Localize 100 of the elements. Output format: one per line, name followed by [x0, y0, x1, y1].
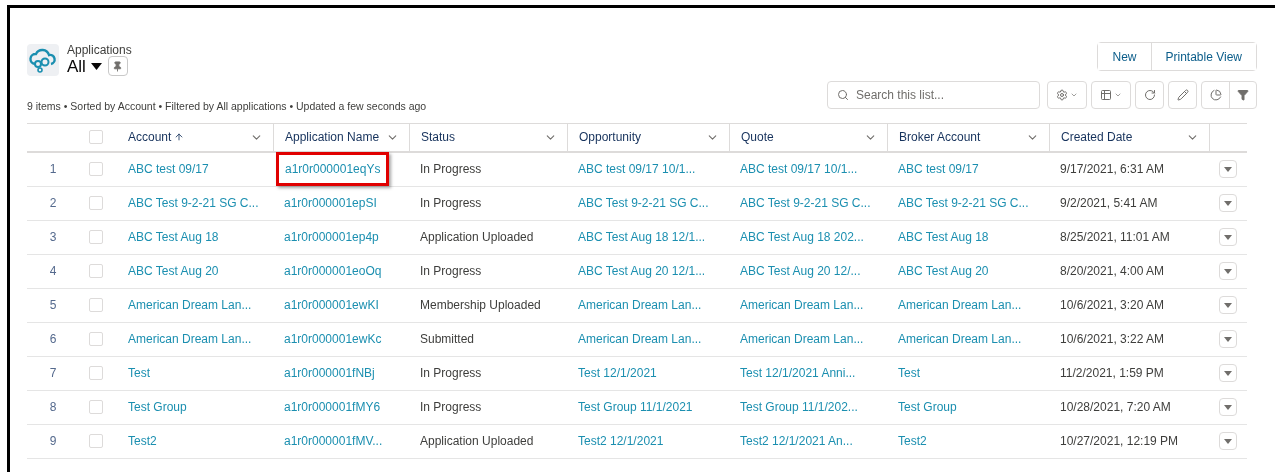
list-summary: 9 items • Sorted by Account • Filtered by All applications • Updated a few seconds ago: [27, 99, 428, 114]
record-link[interactable]: ABC Test 9-2-21 SG C...: [740, 196, 871, 211]
header-button[interactable]: Printable View: [1150, 43, 1256, 70]
pin-button[interactable]: [107, 56, 128, 76]
record-link[interactable]: ABC Test Aug 18: [898, 230, 989, 245]
record-link[interactable]: Test Group: [128, 400, 187, 415]
row-checkbox[interactable]: [89, 196, 103, 211]
record-link[interactable]: Test2 12/1/2021: [578, 434, 664, 449]
record-link[interactable]: ABC Test Aug 20 12/...: [740, 264, 861, 279]
column-label: Quote: [741, 129, 774, 147]
record-link[interactable]: a1r0r000001fMV...: [284, 434, 383, 449]
refresh-button[interactable]: [1135, 81, 1164, 109]
record-link[interactable]: American Dream Lan...: [898, 298, 1022, 313]
record-link[interactable]: Test2: [898, 434, 927, 449]
search-icon: [837, 89, 849, 101]
record-link[interactable]: Test Group 11/1/202...: [740, 400, 858, 415]
row-checkbox[interactable]: [89, 298, 103, 313]
table-cell: 10/6/2021, 3:20 AM: [1060, 298, 1165, 313]
record-link[interactable]: a1r0r000001eqYs: [285, 162, 381, 177]
record-link[interactable]: ABC Test Aug 20 12/1...: [578, 264, 706, 279]
select-all-checkbox[interactable]: [89, 130, 103, 145]
caret-icon: [1224, 200, 1232, 206]
column-header[interactable]: Broker Account: [887, 123, 1049, 151]
record-link[interactable]: ABC test 09/17 10/1...: [578, 162, 696, 177]
caret-icon: [90, 62, 102, 70]
record-link[interactable]: American Dream Lan...: [898, 332, 1022, 347]
row-actions-button[interactable]: [1219, 432, 1237, 451]
column-header[interactable]: Opportunity: [567, 123, 729, 151]
record-link[interactable]: a1r0r000001ewKc: [284, 332, 382, 347]
row-actions-button[interactable]: [1219, 262, 1237, 281]
filter-icon: [1237, 89, 1249, 101]
pie-chart-icon: [1209, 89, 1222, 101]
record-link[interactable]: ABC Test Aug 18: [128, 230, 219, 245]
record-link[interactable]: Test: [898, 366, 920, 381]
table-cell: In Progress: [420, 162, 482, 177]
search-field[interactable]: Search this list...: [827, 81, 1040, 109]
row-checkbox[interactable]: [89, 434, 103, 449]
row-number: 4: [49, 263, 57, 281]
settings-button[interactable]: [1047, 81, 1087, 109]
record-link[interactable]: American Dream Lan...: [578, 332, 702, 347]
record-link[interactable]: ABC Test Aug 18 12/1...: [578, 230, 706, 245]
record-link[interactable]: Test2: [128, 434, 157, 449]
record-link[interactable]: ABC test 09/17: [128, 162, 209, 177]
record-link[interactable]: Test 12/1/2021: [578, 366, 657, 381]
record-link[interactable]: Test2 12/1/2021 An...: [740, 434, 853, 449]
chevron-icon: [1070, 91, 1078, 99]
column-header[interactable]: Quote: [729, 123, 887, 151]
record-link[interactable]: a1r0r000001fMY6: [284, 400, 381, 415]
row-actions-button[interactable]: [1219, 398, 1237, 417]
list-view-dropdown[interactable]: All: [67, 57, 102, 75]
row-actions-button[interactable]: [1219, 160, 1237, 179]
caret-icon: [1224, 234, 1232, 240]
record-link[interactable]: ABC Test 9-2-21 SG C...: [128, 196, 259, 211]
column-header[interactable]: Application Name: [273, 123, 409, 151]
record-link[interactable]: Test 12/1/2021 Anni...: [740, 366, 856, 381]
caret-icon: [1224, 302, 1232, 308]
record-link[interactable]: ABC Test 9-2-21 SG C...: [898, 196, 1029, 211]
pencil-icon: [1176, 89, 1189, 101]
record-link[interactable]: a1r0r000001fNBj: [284, 366, 375, 381]
caret-icon: [1224, 438, 1232, 444]
record-link[interactable]: ABC Test Aug 20: [898, 264, 989, 279]
row-actions-button[interactable]: [1219, 364, 1237, 383]
row-number: 8: [49, 399, 57, 417]
record-link[interactable]: a1r0r000001epSI: [284, 196, 377, 211]
row-actions-button[interactable]: [1219, 194, 1237, 213]
row-actions-button[interactable]: [1219, 330, 1237, 349]
record-link[interactable]: Test Group: [898, 400, 957, 415]
row-number: 5: [49, 297, 57, 315]
record-link[interactable]: American Dream Lan...: [128, 298, 252, 313]
column-header[interactable]: Status: [409, 123, 567, 151]
record-link[interactable]: Test: [128, 366, 150, 381]
edit-button[interactable]: [1168, 81, 1197, 109]
caret-icon: [1224, 370, 1232, 376]
record-link[interactable]: American Dream Lan...: [578, 298, 702, 313]
row-checkbox[interactable]: [89, 162, 103, 177]
columns-button[interactable]: [1091, 81, 1131, 109]
chevron-icon: [1114, 91, 1122, 99]
row-checkbox[interactable]: [89, 230, 103, 245]
row-actions-button[interactable]: [1219, 228, 1237, 247]
record-link[interactable]: a1r0r000001eoOq: [284, 264, 382, 279]
record-link[interactable]: a1r0r000001ewKI: [284, 298, 379, 313]
record-link[interactable]: Test Group 11/1/2021: [578, 400, 693, 415]
record-link[interactable]: a1r0r000001ep4p: [284, 230, 379, 245]
record-link[interactable]: ABC Test 9-2-21 SG C...: [578, 196, 709, 211]
row-number: 2: [49, 195, 57, 213]
record-link[interactable]: American Dream Lan...: [128, 332, 252, 347]
column-header[interactable]: Account: [117, 123, 273, 151]
column-header[interactable]: Created Date: [1049, 123, 1209, 151]
row-checkbox[interactable]: [89, 400, 103, 415]
cloud-gears-icon: [27, 44, 59, 76]
record-link[interactable]: American Dream Lan...: [740, 332, 864, 347]
row-checkbox[interactable]: [89, 332, 103, 347]
record-link[interactable]: ABC test 09/17 10/1...: [740, 162, 858, 177]
record-link[interactable]: ABC Test Aug 20: [128, 264, 219, 279]
row-actions-button[interactable]: [1219, 296, 1237, 315]
record-link[interactable]: American Dream Lan...: [740, 298, 864, 313]
row-checkbox[interactable]: [89, 366, 103, 381]
row-checkbox[interactable]: [89, 264, 103, 279]
record-link[interactable]: ABC Test Aug 18 202...: [740, 230, 864, 245]
record-link[interactable]: ABC test 09/17: [898, 162, 979, 177]
